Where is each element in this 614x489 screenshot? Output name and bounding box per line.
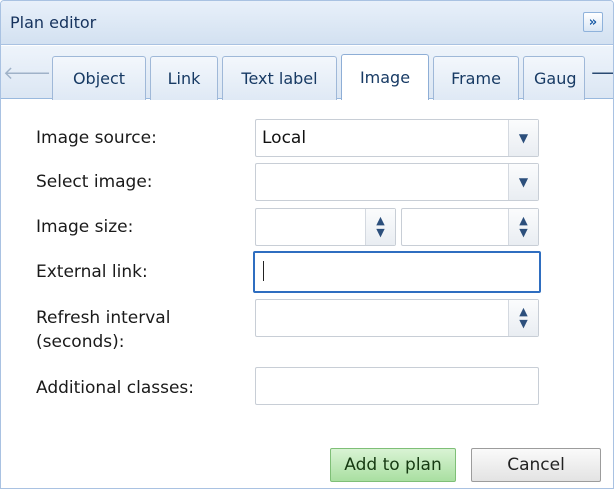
select-image-select[interactable]: ▼ — [255, 163, 539, 201]
tab-image[interactable]: Image — [341, 54, 429, 100]
tab-list: Object Link Text label Image Frame Gaug — [1, 46, 613, 100]
plan-editor-panel: Plan editor » Object Link Text label Ima… — [0, 0, 614, 489]
tab-label: Gaug — [534, 69, 577, 88]
tab-label: Link — [167, 69, 201, 88]
chevron-down-icon[interactable]: ▼ — [508, 164, 538, 200]
spinner-icon[interactable]: ▲ ▼ — [365, 209, 395, 245]
select-image-label: Select image: — [36, 172, 153, 192]
cancel-button[interactable]: Cancel — [471, 448, 601, 482]
image-source-label: Image source: — [36, 128, 157, 148]
image-width-input[interactable]: ▲ ▼ — [255, 208, 396, 246]
tab-label: Image — [359, 68, 411, 87]
tab-label: Object — [72, 69, 126, 88]
double-chevron-right-icon: » — [588, 14, 598, 30]
refresh-interval-label-line1: Refresh interval — [36, 308, 171, 328]
image-source-value: Local — [262, 128, 307, 148]
tab-link[interactable]: Link — [150, 56, 218, 100]
external-link-label: External link: — [36, 262, 148, 282]
tab-object[interactable]: Object — [52, 56, 146, 100]
tab-text-label[interactable]: Text label — [222, 56, 337, 100]
arrow-left-icon[interactable]: 🡐 — [3, 64, 51, 84]
image-size-label: Image size: — [36, 217, 134, 237]
image-source-select[interactable]: Local ▼ — [255, 119, 539, 157]
add-to-plan-button[interactable]: Add to plan — [330, 448, 456, 482]
text-caret — [263, 261, 264, 281]
chevron-down-icon[interactable]: ▼ — [508, 120, 538, 156]
panel-title: Plan editor — [10, 13, 97, 32]
spinner-icon[interactable]: ▲ ▼ — [508, 209, 538, 245]
tab-strip: Object Link Text label Image Frame Gaug … — [1, 46, 613, 100]
additional-classes-label: Additional classes: — [36, 378, 194, 398]
title-bar: Plan editor » — [1, 1, 613, 45]
tab-label: Frame — [451, 69, 501, 88]
tab-label: Text label — [241, 69, 318, 88]
external-link-input[interactable] — [253, 251, 541, 293]
tab-frame[interactable]: Frame — [433, 56, 519, 100]
tab-gauge[interactable]: Gaug — [523, 56, 585, 100]
refresh-interval-label-line2: (seconds): — [36, 332, 125, 352]
arrow-right-icon[interactable]: 🡒 — [590, 64, 613, 84]
collapse-button[interactable]: » — [583, 12, 603, 32]
refresh-interval-input[interactable]: ▲ ▼ — [255, 299, 539, 337]
additional-classes-input[interactable] — [255, 367, 539, 405]
spinner-icon[interactable]: ▲ ▼ — [508, 300, 538, 336]
image-height-input[interactable]: ▲ ▼ — [401, 208, 539, 246]
